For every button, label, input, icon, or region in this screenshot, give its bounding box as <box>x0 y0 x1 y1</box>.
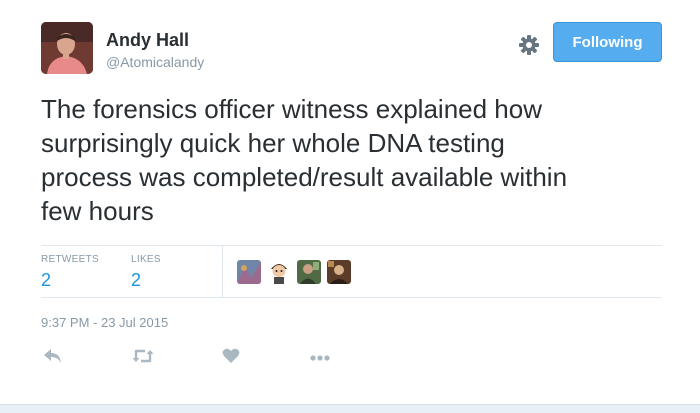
tweet-text: The forensics officer witness explained … <box>41 92 661 228</box>
reply-icon <box>43 348 63 369</box>
liker-avatars <box>237 260 351 284</box>
reply-button[interactable] <box>43 347 63 369</box>
author-avatar[interactable] <box>41 22 93 74</box>
liker-avatar[interactable] <box>237 260 261 284</box>
retweets-count: 2 <box>41 270 52 290</box>
stats-bottom-divider <box>41 297 662 298</box>
retweet-button[interactable] <box>132 347 154 369</box>
stats-vertical-divider <box>222 246 223 297</box>
retweets-label: RETWEETS <box>41 254 99 265</box>
liker-avatar[interactable] <box>267 260 291 284</box>
tweet-timestamp[interactable]: 9:37 PM - 23 Jul 2015 <box>41 315 168 330</box>
tweet-text-line: surprisingly quick her whole DNA testing <box>41 128 505 158</box>
reply-bar-strip <box>0 404 700 413</box>
tweet-text-line: process was completed/result available w… <box>41 162 568 192</box>
likes-label: LIKES <box>131 254 161 265</box>
gear-icon[interactable] <box>517 33 541 57</box>
like-button[interactable] <box>222 347 240 369</box>
likes-stat[interactable]: LIKES 2 <box>131 254 161 291</box>
retweet-icon <box>132 348 154 369</box>
tweet-text-line: The forensics officer witness explained … <box>41 94 542 124</box>
liker-avatar[interactable] <box>297 260 321 284</box>
likes-count: 2 <box>131 270 142 290</box>
more-icon <box>309 349 331 367</box>
more-button[interactable] <box>309 347 331 369</box>
following-button[interactable]: Following <box>553 22 662 62</box>
stats-top-divider <box>41 245 662 246</box>
tweet-text-line: few hours <box>41 196 154 226</box>
heart-icon <box>222 348 240 369</box>
liker-avatar[interactable] <box>327 260 351 284</box>
author-name[interactable]: Andy Hall <box>106 30 189 51</box>
retweets-stat[interactable]: RETWEETS 2 <box>41 254 99 291</box>
author-handle[interactable]: @Atomicalandy <box>106 54 204 70</box>
